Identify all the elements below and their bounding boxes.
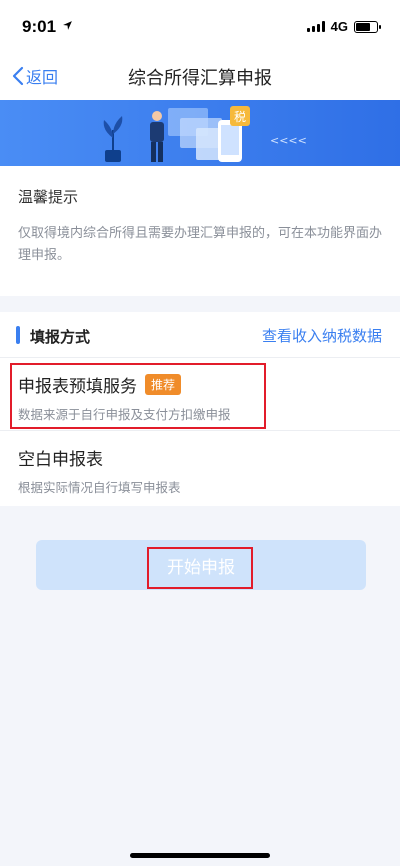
section-header: 填报方式 查看收入纳税数据 (0, 312, 400, 358)
option-title: 空白申报表 (18, 450, 103, 470)
location-arrow-icon (63, 21, 72, 30)
battery-icon (354, 20, 381, 33)
option-blank-form[interactable]: 空白申报表 根据实际情况自行填写申报表 (0, 431, 400, 504)
banner-arrows: <<<< (270, 134, 307, 147)
status-right: 4G (306, 19, 381, 34)
signal-icon (306, 21, 325, 32)
status-time: 9:01 (22, 17, 57, 36)
network-type: 4G (330, 19, 348, 34)
section-accent-bar (16, 326, 20, 344)
notice-title: 温馨提示 (18, 188, 79, 206)
header-banner: 税 <<<< (0, 100, 400, 166)
tax-badge: 税 (234, 110, 246, 124)
page-title: 综合所得汇算申报 (128, 68, 272, 89)
option-subtitle: 根据实际情况自行填写申报表 (18, 480, 181, 495)
home-indicator (130, 853, 270, 858)
notice-text: 仅取得境内综合所得且需要办理汇算申报的，可在本功能界面办理申报。 (18, 226, 383, 263)
section-title: 填报方式 (30, 328, 91, 346)
view-income-tax-data-link[interactable]: 查看收入纳税数据 (262, 325, 382, 346)
nav-bar: 返回 综合所得汇算申报 (0, 50, 400, 100)
banner-illustration: 税 <<<< (0, 100, 400, 166)
status-bar: 9:01 4G (0, 0, 400, 50)
highlight-box-start (147, 547, 253, 589)
phone-icon (218, 120, 242, 162)
notice-card: 温馨提示 仅取得境内综合所得且需要办理汇算申报的，可在本功能界面办理申报。 (0, 166, 400, 296)
highlight-box-prefilled (10, 363, 266, 429)
